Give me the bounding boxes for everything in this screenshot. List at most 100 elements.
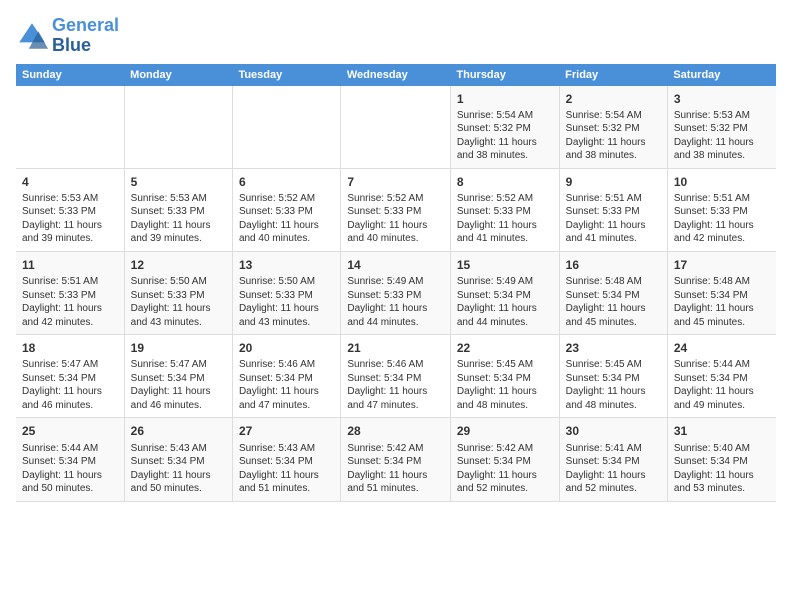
logo-text: General Blue bbox=[52, 16, 119, 56]
day-number: 5 bbox=[131, 174, 226, 190]
day-header-friday: Friday bbox=[559, 64, 667, 86]
day-number: 13 bbox=[239, 257, 334, 273]
calendar-cell: 17 Sunrise: 5:48 AM Sunset: 5:34 PM Dayli… bbox=[667, 251, 776, 334]
cell-content: Sunrise: 5:53 AM Sunset: 5:33 PM Dayligh… bbox=[22, 192, 118, 246]
calendar-cell: 13Sunrise: 5:50 AM Sunset: 5:33 PM Dayli… bbox=[232, 251, 340, 334]
day-number: 18 bbox=[22, 340, 118, 356]
cell-content: Sunrise: 5:40 AM Sunset: 5:34 PM Dayligh… bbox=[674, 442, 770, 496]
day-number: 19 bbox=[131, 340, 226, 356]
calendar-cell: 2 Sunrise: 5:54 AM Sunset: 5:32 PM Daylig… bbox=[559, 86, 667, 169]
calendar-cell: 14Sunrise: 5:49 AM Sunset: 5:33 PM Dayli… bbox=[341, 251, 451, 334]
day-number: 26 bbox=[131, 423, 226, 439]
calendar-cell: 8 Sunrise: 5:52 AM Sunset: 5:33 PM Daylig… bbox=[450, 168, 559, 251]
cell-content: Sunrise: 5:47 AM Sunset: 5:34 PM Dayligh… bbox=[22, 358, 118, 412]
calendar-cell: 21 Sunrise: 5:46 AM Sunset: 5:34 PM Dayli… bbox=[341, 335, 451, 418]
calendar-cell: 9 Sunrise: 5:51 AM Sunset: 5:33 PM Daylig… bbox=[559, 168, 667, 251]
calendar-cell: 15 Sunrise: 5:49 AM Sunset: 5:34 PM Dayli… bbox=[450, 251, 559, 334]
cell-content: Sunrise: 5:46 AM Sunset: 5:34 PM Dayligh… bbox=[239, 358, 334, 412]
cell-content: Sunrise: 5:46 AM Sunset: 5:34 PM Dayligh… bbox=[347, 358, 444, 412]
calendar-cell: 3 Sunrise: 5:53 AM Sunset: 5:32 PM Daylig… bbox=[667, 86, 776, 169]
cell-content: Sunrise: 5:51 AM Sunset: 5:33 PM Dayligh… bbox=[674, 192, 770, 246]
calendar-cell: 26 Sunrise: 5:43 AM Sunset: 5:34 PM Dayli… bbox=[124, 418, 232, 501]
day-number: 28 bbox=[347, 423, 444, 439]
page-header: General Blue bbox=[16, 16, 776, 56]
day-number: 21 bbox=[347, 340, 444, 356]
cell-content: Sunrise: 5:50 AM Sunset: 5:33 PM Dayligh… bbox=[131, 275, 226, 329]
calendar-cell: 20 Sunrise: 5:46 AM Sunset: 5:34 PM Dayli… bbox=[232, 335, 340, 418]
calendar-table: SundayMondayTuesdayWednesdayThursdayFrid… bbox=[16, 64, 776, 502]
day-header-monday: Monday bbox=[124, 64, 232, 86]
day-number: 15 bbox=[457, 257, 553, 273]
cell-content: Sunrise: 5:54 AM Sunset: 5:32 PM Dayligh… bbox=[566, 109, 661, 163]
calendar-week-2: 4 Sunrise: 5:53 AM Sunset: 5:33 PM Daylig… bbox=[16, 168, 776, 251]
cell-content: Sunrise: 5:52 AM Sunset: 5:33 PM Dayligh… bbox=[239, 192, 334, 246]
day-number: 9 bbox=[566, 174, 661, 190]
cell-content: Sunrise: 5:48 AM Sunset: 5:34 PM Dayligh… bbox=[674, 275, 770, 329]
day-number: 1 bbox=[457, 91, 553, 107]
day-number: 17 bbox=[674, 257, 770, 273]
calendar-cell: 22 Sunrise: 5:45 AM Sunset: 5:34 PM Dayli… bbox=[450, 335, 559, 418]
day-number: 11 bbox=[22, 257, 118, 273]
calendar-cell: 12 Sunrise: 5:50 AM Sunset: 5:33 PM Dayli… bbox=[124, 251, 232, 334]
day-header-sunday: Sunday bbox=[16, 64, 124, 86]
calendar-cell: 1 Sunrise: 5:54 AM Sunset: 5:32 PM Daylig… bbox=[450, 86, 559, 169]
cell-content: Sunrise: 5:49 AM Sunset: 5:34 PM Dayligh… bbox=[457, 275, 553, 329]
cell-content: Sunrise: 5:53 AM Sunset: 5:32 PM Dayligh… bbox=[674, 109, 770, 163]
day-number: 29 bbox=[457, 423, 553, 439]
day-number: 25 bbox=[22, 423, 118, 439]
calendar-cell: 30 Sunrise: 5:41 AM Sunset: 5:34 PM Dayli… bbox=[559, 418, 667, 501]
day-number: 8 bbox=[457, 174, 553, 190]
cell-content: Sunrise: 5:44 AM Sunset: 5:34 PM Dayligh… bbox=[674, 358, 770, 412]
calendar-week-1: 1 Sunrise: 5:54 AM Sunset: 5:32 PM Daylig… bbox=[16, 86, 776, 169]
calendar-cell: 5 Sunrise: 5:53 AM Sunset: 5:33 PM Daylig… bbox=[124, 168, 232, 251]
calendar-week-3: 11 Sunrise: 5:51 AM Sunset: 5:33 PM Dayli… bbox=[16, 251, 776, 334]
day-number: 12 bbox=[131, 257, 226, 273]
day-number: 30 bbox=[566, 423, 661, 439]
day-number: 22 bbox=[457, 340, 553, 356]
cell-content: Sunrise: 5:49 AM Sunset: 5:33 PM Dayligh… bbox=[347, 275, 444, 329]
cell-content: Sunrise: 5:44 AM Sunset: 5:34 PM Dayligh… bbox=[22, 442, 118, 496]
calendar-cell bbox=[341, 86, 451, 169]
cell-content: Sunrise: 5:54 AM Sunset: 5:32 PM Dayligh… bbox=[457, 109, 553, 163]
calendar-cell: 19Sunrise: 5:47 AM Sunset: 5:34 PM Dayli… bbox=[124, 335, 232, 418]
day-number: 16 bbox=[566, 257, 661, 273]
day-number: 2 bbox=[566, 91, 661, 107]
cell-content: Sunrise: 5:43 AM Sunset: 5:34 PM Dayligh… bbox=[239, 442, 334, 496]
day-number: 20 bbox=[239, 340, 334, 356]
calendar-cell: 27 Sunrise: 5:43 AM Sunset: 5:34 PM Dayli… bbox=[232, 418, 340, 501]
cell-content: Sunrise: 5:51 AM Sunset: 5:33 PM Dayligh… bbox=[22, 275, 118, 329]
day-number: 10 bbox=[674, 174, 770, 190]
day-number: 24 bbox=[674, 340, 770, 356]
day-number: 23 bbox=[566, 340, 661, 356]
day-header-saturday: Saturday bbox=[667, 64, 776, 86]
calendar-cell: 29 Sunrise: 5:42 AM Sunset: 5:34 PM Dayli… bbox=[450, 418, 559, 501]
day-number: 27 bbox=[239, 423, 334, 439]
day-header-tuesday: Tuesday bbox=[232, 64, 340, 86]
cell-content: Sunrise: 5:52 AM Sunset: 5:33 PM Dayligh… bbox=[457, 192, 553, 246]
cell-content: Sunrise: 5:48 AM Sunset: 5:34 PM Dayligh… bbox=[566, 275, 661, 329]
day-number: 4 bbox=[22, 174, 118, 190]
cell-content: Sunrise: 5:53 AM Sunset: 5:33 PM Dayligh… bbox=[131, 192, 226, 246]
cell-content: Sunrise: 5:45 AM Sunset: 5:34 PM Dayligh… bbox=[457, 358, 553, 412]
calendar-cell: 16 Sunrise: 5:48 AM Sunset: 5:34 PM Dayli… bbox=[559, 251, 667, 334]
day-header-thursday: Thursday bbox=[450, 64, 559, 86]
cell-content: Sunrise: 5:43 AM Sunset: 5:34 PM Dayligh… bbox=[131, 442, 226, 496]
calendar-cell: 11 Sunrise: 5:51 AM Sunset: 5:33 PM Dayli… bbox=[16, 251, 124, 334]
calendar-cell bbox=[16, 86, 124, 169]
day-header-wednesday: Wednesday bbox=[341, 64, 451, 86]
cell-content: Sunrise: 5:41 AM Sunset: 5:34 PM Dayligh… bbox=[566, 442, 661, 496]
calendar-week-5: 25 Sunrise: 5:44 AM Sunset: 5:34 PM Dayli… bbox=[16, 418, 776, 501]
cell-content: Sunrise: 5:51 AM Sunset: 5:33 PM Dayligh… bbox=[566, 192, 661, 246]
calendar-week-4: 18 Sunrise: 5:47 AM Sunset: 5:34 PM Dayli… bbox=[16, 335, 776, 418]
logo: General Blue bbox=[16, 16, 119, 56]
calendar-cell: 23Sunrise: 5:45 AM Sunset: 5:34 PM Dayli… bbox=[559, 335, 667, 418]
calendar-cell: 7Sunrise: 5:52 AM Sunset: 5:33 PM Daylig… bbox=[341, 168, 451, 251]
cell-content: Sunrise: 5:52 AM Sunset: 5:33 PM Dayligh… bbox=[347, 192, 444, 246]
calendar-cell: 31Sunrise: 5:40 AM Sunset: 5:34 PM Dayli… bbox=[667, 418, 776, 501]
calendar-cell: 24 Sunrise: 5:44 AM Sunset: 5:34 PM Dayli… bbox=[667, 335, 776, 418]
day-number: 3 bbox=[674, 91, 770, 107]
cell-content: Sunrise: 5:42 AM Sunset: 5:34 PM Dayligh… bbox=[457, 442, 553, 496]
cell-content: Sunrise: 5:42 AM Sunset: 5:34 PM Dayligh… bbox=[347, 442, 444, 496]
logo-icon bbox=[16, 20, 48, 52]
calendar-cell bbox=[232, 86, 340, 169]
